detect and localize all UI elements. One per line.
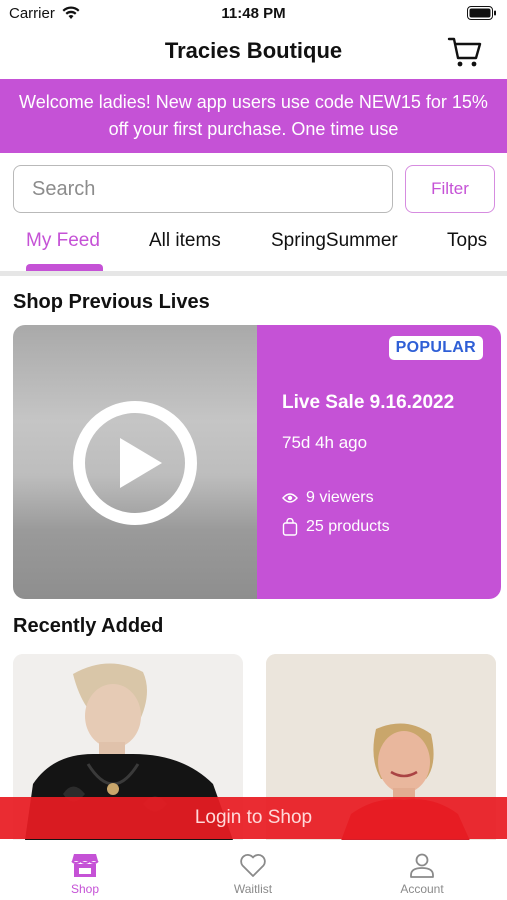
login-to-shop-button[interactable]: Login to Shop: [0, 797, 507, 839]
bottom-tab-bar: Shop Waitlist Account: [0, 840, 507, 900]
tab-shop-label: Shop: [70, 882, 100, 896]
products-row: 25 products: [282, 518, 390, 536]
eye-icon: [282, 493, 298, 503]
live-video-thumbnail[interactable]: [13, 325, 257, 599]
search-input[interactable]: [14, 166, 392, 212]
play-icon[interactable]: [72, 400, 198, 526]
tab-my-feed[interactable]: My Feed: [26, 230, 100, 252]
nav-bar: Tracies Boutique: [0, 28, 507, 78]
tab-account-label: Account: [400, 882, 444, 896]
promo-banner: Welcome ladies! New app users use code N…: [0, 79, 507, 153]
tab-tops[interactable]: Tops: [447, 230, 487, 252]
viewers-count: 9 viewers: [306, 489, 374, 506]
recently-added-heading: Recently Added: [13, 615, 164, 637]
tab-all-items[interactable]: All items: [149, 230, 221, 252]
previous-lives-heading: Shop Previous Lives: [13, 291, 210, 313]
tab-shop[interactable]: Shop: [40, 852, 130, 896]
search-field[interactable]: [13, 165, 393, 213]
live-sale-info: POPULAR Live Sale 9.16.2022 75d 4h ago 9…: [257, 325, 501, 599]
tab-waitlist-label: Waitlist: [233, 882, 273, 896]
category-tabs: My Feed All items SpringSummer Tops: [0, 222, 507, 272]
page-title: Tracies Boutique: [164, 38, 343, 63]
live-sale-time-ago: 75d 4h ago: [282, 433, 368, 452]
viewers-row: 9 viewers: [282, 489, 374, 507]
person-icon: [410, 853, 434, 878]
shopping-bag-icon: [282, 518, 298, 536]
status-bar: Carrier 11:48 PM: [0, 0, 507, 28]
tab-account[interactable]: Account: [377, 852, 467, 896]
products-count: 25 products: [306, 518, 390, 535]
heart-icon: [240, 854, 266, 877]
popular-badge: POPULAR: [388, 336, 483, 360]
store-icon: [71, 854, 99, 877]
clock: 11:48 PM: [221, 5, 286, 22]
cart-icon[interactable]: [447, 36, 483, 68]
filter-button[interactable]: Filter: [405, 165, 495, 213]
tab-springsummer[interactable]: SpringSummer: [271, 230, 398, 252]
battery-icon: [467, 6, 496, 20]
tabs-divider: [0, 271, 507, 276]
live-sale-card[interactable]: POPULAR Live Sale 9.16.2022 75d 4h ago 9…: [13, 325, 501, 599]
tab-waitlist[interactable]: Waitlist: [208, 852, 298, 896]
live-sale-title: Live Sale 9.16.2022: [282, 392, 455, 413]
